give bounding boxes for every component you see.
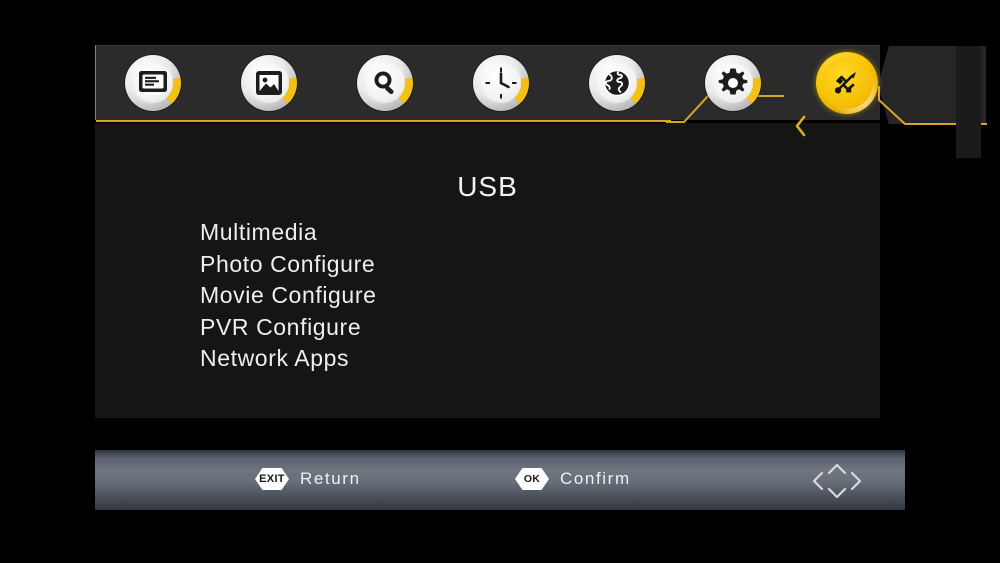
- usb-icon: [816, 52, 878, 114]
- search-icon: [357, 55, 413, 111]
- channel-list-icon: [125, 55, 181, 111]
- tab-usb[interactable]: [816, 52, 878, 114]
- tab-picture[interactable]: [241, 55, 297, 111]
- menu-item-network-apps[interactable]: Network Apps: [200, 343, 376, 375]
- tab-time[interactable]: [473, 55, 529, 111]
- header-accent-line: [96, 120, 671, 122]
- clock-icon: [473, 55, 529, 111]
- tab-network[interactable]: [589, 55, 645, 111]
- ok-key-label: OK: [523, 472, 541, 485]
- dpad-arrows-icon: [807, 460, 867, 502]
- chevron-left-icon[interactable]: [793, 114, 809, 138]
- exit-key-label: EXIT: [259, 472, 285, 485]
- menu-item-pvr-configure[interactable]: PVR Configure: [200, 312, 376, 344]
- globe-icon: [589, 55, 645, 111]
- content-panel: USB Multimedia Photo Configure Movie Con…: [95, 123, 880, 418]
- menu-tab-bar: [95, 45, 987, 158]
- menu-item-photo-configure[interactable]: Photo Configure: [200, 249, 376, 281]
- confirm-label: Confirm: [560, 469, 631, 488]
- menu-item-multimedia[interactable]: Multimedia: [200, 217, 376, 249]
- ok-key-icon: OK: [515, 468, 549, 490]
- picture-icon: [241, 55, 297, 111]
- hint-confirm[interactable]: OK Confirm: [515, 468, 631, 490]
- return-label: Return: [300, 469, 361, 488]
- tab-search[interactable]: [357, 55, 413, 111]
- settings-menu-list: Multimedia Photo Configure Movie Configu…: [200, 217, 376, 375]
- tv-screen: USB Multimedia Photo Configure Movie Con…: [0, 0, 1000, 563]
- tab-channel[interactable]: [125, 55, 181, 111]
- tab-system[interactable]: [705, 55, 761, 111]
- menu-item-movie-configure[interactable]: Movie Configure: [200, 280, 376, 312]
- gear-icon: [705, 55, 761, 111]
- exit-key-icon: EXIT: [255, 468, 289, 490]
- header-right-extension: [956, 46, 981, 158]
- page-title: USB: [457, 171, 518, 202]
- osd-panel: USB Multimedia Photo Configure Movie Con…: [95, 45, 987, 510]
- hint-return[interactable]: EXIT Return: [255, 468, 361, 490]
- help-bar: EXIT Return OK Confirm: [95, 450, 905, 510]
